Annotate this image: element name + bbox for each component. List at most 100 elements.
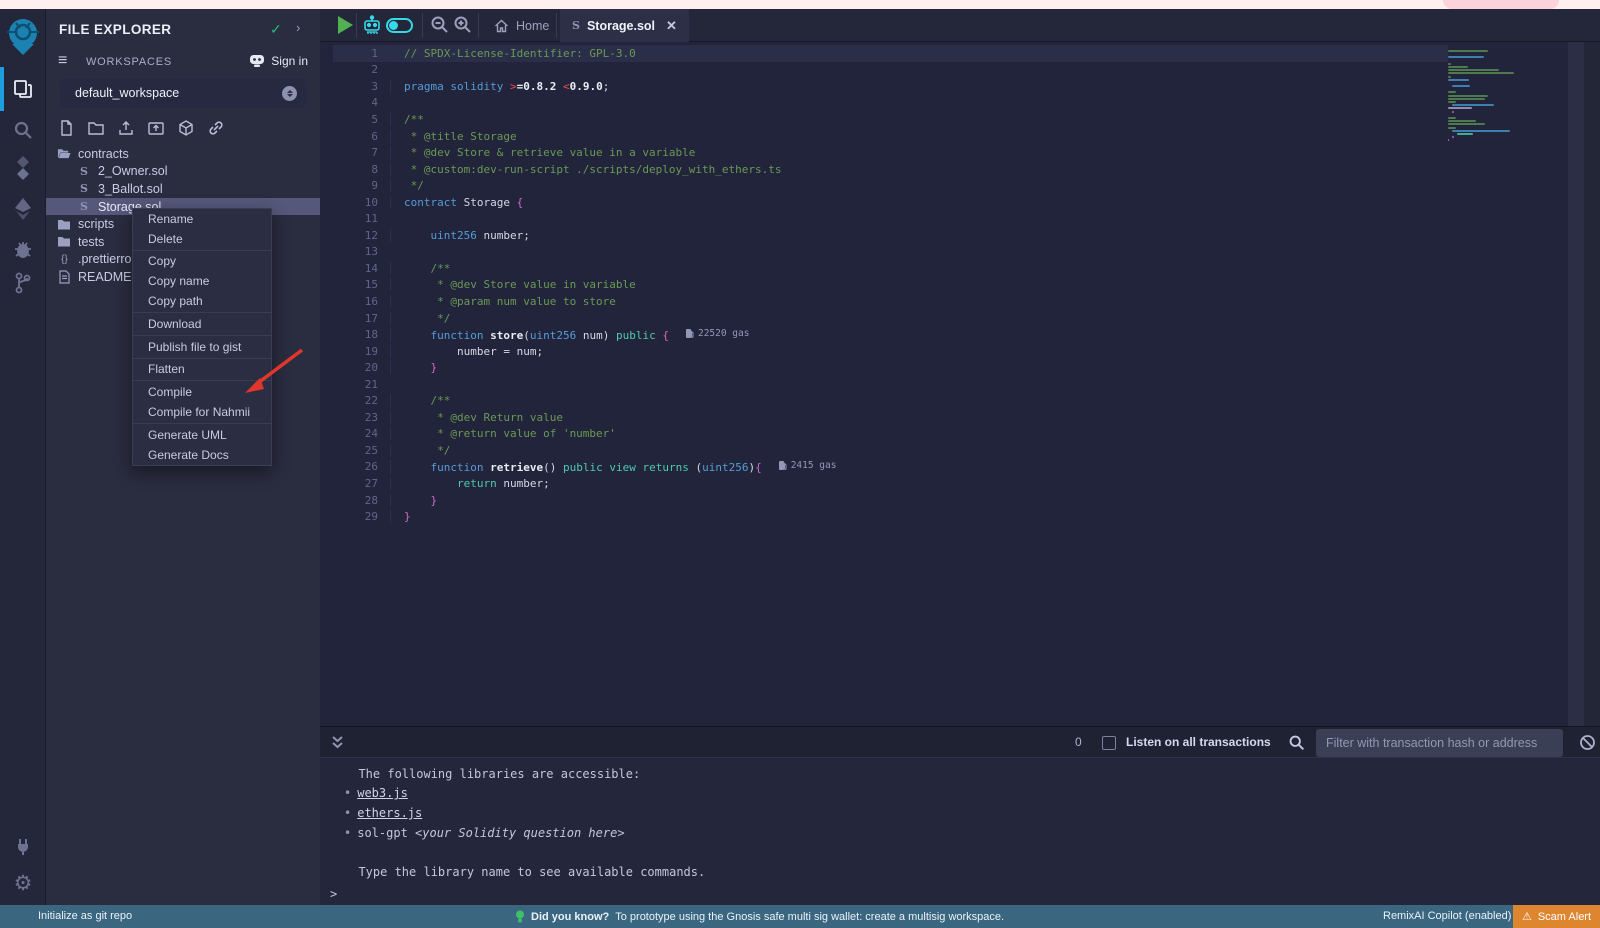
code-text: * @dev Return value [390,411,1448,424]
menu-item-copy[interactable]: Copy [133,252,271,272]
zoom-in-icon[interactable] [453,15,472,34]
menu-item-generate-docs[interactable]: Generate Docs [133,445,271,465]
listen-all-transactions-checkbox[interactable] [1102,736,1116,750]
code-line[interactable]: 22 /** [333,392,1448,409]
debugger-icon[interactable] [0,231,46,267]
code-line[interactable]: 15 * @dev Store value in variable [333,277,1448,294]
code-line[interactable]: 10contract Storage { [333,194,1448,211]
editor-minimap[interactable] [1448,50,1536,142]
copilot-status[interactable]: RemixAI Copilot (enabled) [1383,910,1511,922]
search-icon[interactable] [0,112,46,148]
line-number: 20 [333,361,390,374]
code-line[interactable]: 18 function store(uint256 num) public {2… [333,326,1448,343]
upload-file-icon[interactable] [117,119,135,137]
code-text: */ [390,444,1448,457]
zoom-out-icon[interactable] [430,15,449,34]
new-file-icon[interactable] [58,119,75,137]
code-line[interactable]: 2 [333,62,1448,79]
terminal-output[interactable]: The following libraries are accessible:•… [320,759,1600,905]
code-line[interactable]: 20 } [333,359,1448,376]
line-number: 22 [333,394,390,407]
code-line[interactable]: 6 * @title Storage [333,128,1448,145]
tree-item-3-ballot-sol[interactable]: S3_Ballot.sol [46,180,320,198]
collapse-terminal-icon[interactable] [330,734,345,751]
tree-item-2-owner-sol[interactable]: S2_Owner.sol [46,163,320,181]
menu-item-compile-for-nahmii[interactable]: Compile for Nahmii [133,402,271,422]
code-line[interactable]: 25 */ [333,442,1448,459]
workspaces-menu-icon[interactable]: ≡ [58,52,67,70]
folder-icon [57,218,71,231]
plugin-manager-icon[interactable] [0,831,46,863]
run-script-button[interactable] [338,16,353,34]
code-line[interactable]: 26 function retrieve() public view retur… [333,459,1448,476]
menu-item-compile[interactable]: Compile [133,382,271,402]
git-init-button[interactable]: Initialize as git repo [38,910,132,922]
upload-folder-icon[interactable] [147,119,165,137]
solidity-compiler-icon[interactable] [0,150,46,186]
search-icon[interactable] [1288,734,1305,751]
tab-home[interactable]: Home [482,9,561,42]
clear-console-icon[interactable] [1579,734,1596,751]
listen-all-transactions-label[interactable]: Listen on all transactions [1126,735,1271,749]
line-number: 7 [333,146,390,159]
code-line[interactable]: 14 /** [333,260,1448,277]
close-tab-icon[interactable]: ✕ [666,18,677,34]
workspace-select[interactable]: default_workspace [60,79,306,108]
code-text: } [390,361,1448,374]
code-line[interactable]: 11 [333,210,1448,227]
ai-copilot-robot-icon[interactable] [362,15,382,36]
code-line[interactable]: 1// SPDX-License-Identifier: GPL-3.0 [333,45,1448,62]
tab-label: Home [516,19,549,33]
code-line[interactable]: 17 */ [333,310,1448,327]
tree-item-label: 3_Ballot.sol [98,182,163,196]
code-line[interactable]: 3pragma solidity >=0.8.2 <0.9.0; [333,78,1448,95]
git-icon[interactable] [0,265,46,301]
library-link[interactable]: web3.js [357,786,408,800]
transaction-filter-input[interactable] [1316,729,1563,757]
sign-in-button[interactable]: Sign in [248,53,308,68]
code-line[interactable]: 7 * @dev Store & retrieve value in a var… [333,144,1448,161]
tip-text: To prototype using the Gnosis safe multi… [615,911,1004,923]
menu-item-copy-name[interactable]: Copy name [133,271,271,291]
code-line[interactable]: 27 return number; [333,475,1448,492]
deploy-and-run-icon[interactable] [0,191,46,227]
browser-chrome-capsule [1443,0,1559,9]
code-line[interactable]: 24 * @return value of 'number' [333,426,1448,443]
import-url-icon[interactable] [207,119,225,137]
code-line[interactable]: 19 number = num; [333,343,1448,360]
scam-alert-button[interactable]: ⚠ Scam Alert [1513,905,1600,928]
menu-item-delete[interactable]: Delete [133,229,271,249]
code-line[interactable]: 8 * @custom:dev-run-script ./scripts/dep… [333,161,1448,178]
new-folder-icon[interactable] [87,119,105,137]
code-line[interactable]: 16 * @param num value to store [333,293,1448,310]
accept-check-icon[interactable]: ✓ [270,21,282,38]
import-ipfs-icon[interactable] [177,119,195,137]
settings-icon[interactable]: ⚙ [0,867,46,899]
code-editor[interactable]: 1// SPDX-License-Identifier: GPL-3.023pr… [320,42,1600,735]
tree-item-contracts[interactable]: contracts [46,145,320,163]
window-scrollbar-track[interactable] [1584,42,1600,735]
file-explorer-icon[interactable] [0,71,46,107]
expand-panel-icon[interactable]: › [296,20,300,35]
code-line[interactable]: 4 [333,95,1448,112]
menu-item-rename[interactable]: Rename [133,209,271,229]
code-line[interactable]: 9 */ [333,177,1448,194]
code-line[interactable]: 21 [333,376,1448,393]
code-line[interactable]: 12 uint256 number; [333,227,1448,244]
code-line[interactable]: 28 } [333,492,1448,509]
tab-storage-sol[interactable]: S Storage.sol ✕ [560,9,689,42]
editor-scrollbar-track[interactable] [1568,42,1584,735]
menu-item-copy-path[interactable]: Copy path [133,291,271,311]
code-line[interactable]: 29} [333,508,1448,525]
library-link[interactable]: ethers.js [357,806,422,820]
menu-item-download[interactable]: Download [133,314,271,334]
remix-logo-icon[interactable] [0,19,46,55]
terminal-prompt[interactable]: > [330,887,337,901]
menu-item-generate-uml[interactable]: Generate UML [133,425,271,445]
code-line[interactable]: 23 * @dev Return value [333,409,1448,426]
code-line[interactable]: 13 [333,244,1448,261]
code-line[interactable]: 5/** [333,111,1448,128]
ai-copilot-toggle[interactable] [386,18,413,33]
menu-item-flatten[interactable]: Flatten [133,360,271,380]
menu-item-publish-file-to-gist[interactable]: Publish file to gist [133,337,271,357]
